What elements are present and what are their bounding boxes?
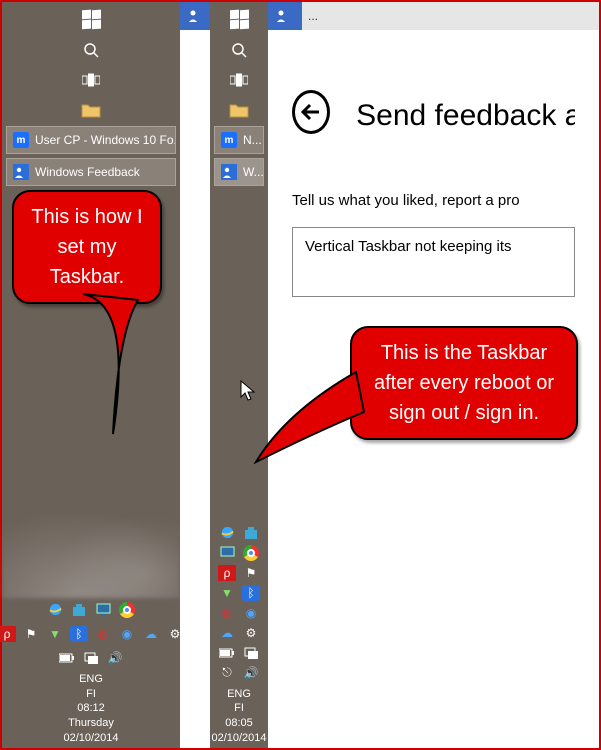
taskbar-task-maxthon[interactable]: m N... <box>214 126 264 154</box>
shield-icon[interactable]: ▼ <box>218 585 236 601</box>
titlebar-people[interactable] <box>268 2 302 30</box>
globe-icon[interactable]: ◉ <box>118 626 136 642</box>
maxthon-icon: m <box>13 132 29 148</box>
feedback-body: Send feedback abo Tell us what you liked… <box>268 30 599 297</box>
explorer-icon[interactable] <box>229 100 249 120</box>
feedback-textarea[interactable]: Vertical Taskbar not keeping its <box>292 227 575 297</box>
feedback-icon <box>13 164 29 180</box>
taskbar-task-maxthon[interactable]: m User CP - Windows 10 Fo... <box>6 126 176 154</box>
callout-text: This is the Taskbar after every reboot o… <box>374 342 554 424</box>
taskbar-pinned-area <box>2 2 180 120</box>
tray-app-icon[interactable]: ρ <box>218 565 236 581</box>
headset-icon[interactable]: ⎋ <box>218 665 236 681</box>
taskbar-clock[interactable]: ENG FI 08:05 02/10/2014 <box>211 685 266 748</box>
shield-icon[interactable]: ▼ <box>46 626 64 642</box>
store-icon[interactable] <box>242 525 260 541</box>
antivirus-icon[interactable]: ◍ <box>94 626 112 642</box>
clock-region: FI <box>211 701 266 716</box>
feedback-heading: Send feedback abo <box>356 99 575 133</box>
ie-icon[interactable] <box>46 602 64 618</box>
people-icon <box>186 7 204 25</box>
monitor-icon[interactable] <box>94 602 112 618</box>
task-view-icon[interactable] <box>81 70 101 90</box>
volume-icon[interactable]: 🔊 <box>242 665 260 681</box>
clock-time: 08:12 <box>63 701 118 716</box>
clock-time: 08:05 <box>211 716 266 731</box>
search-icon[interactable] <box>229 40 249 60</box>
bluetooth-icon[interactable]: ᛒ <box>242 585 260 601</box>
clock-lang: ENG <box>63 672 118 687</box>
titlebar-people[interactable] <box>180 2 210 30</box>
task-label: Windows Feedback <box>35 165 140 179</box>
battery-icon[interactable] <box>218 645 236 661</box>
clock-date: 02/10/2014 <box>63 731 118 746</box>
battery-icon[interactable] <box>58 650 76 666</box>
task-label: W... <box>243 165 264 179</box>
chrome-icon[interactable] <box>242 545 260 561</box>
store-icon[interactable] <box>70 602 88 618</box>
bluetooth-icon[interactable]: ᛒ <box>70 626 88 642</box>
task-view-icon[interactable] <box>229 70 249 90</box>
maxthon-icon: m <box>221 132 237 148</box>
chrome-icon[interactable] <box>118 602 136 618</box>
window-title: ... <box>308 9 318 23</box>
monitor-icon[interactable] <box>218 545 236 561</box>
callout-tail-right <box>256 372 376 492</box>
search-icon[interactable] <box>81 40 101 60</box>
mouse-cursor-icon <box>240 380 256 402</box>
task-label: User CP - Windows 10 Fo... <box>35 133 176 147</box>
feedback-subtext: Tell us what you liked, report a pro <box>292 192 575 209</box>
annotation-callout-left: This is how I set my Taskbar. <box>12 190 162 304</box>
annotation-callout-right: This is the Taskbar after every reboot o… <box>350 326 578 440</box>
taskbar-clock[interactable]: ENG FI 08:12 Thursday 02/10/2014 <box>63 670 118 748</box>
clock-region: FI <box>63 687 118 702</box>
callout-tail-left <box>78 294 158 444</box>
start-button[interactable] <box>80 8 102 30</box>
back-button[interactable] <box>292 90 330 134</box>
feedback-text-value: Vertical Taskbar not keeping its <box>305 238 512 255</box>
antivirus-icon[interactable]: ◍ <box>218 605 236 621</box>
flag-icon[interactable]: ⚑ <box>242 565 260 581</box>
globe-icon[interactable]: ◉ <box>242 605 260 621</box>
clock-day: Thursday <box>63 716 118 731</box>
task-label: N... <box>243 133 262 147</box>
taskbar-task-windows-feedback[interactable]: Windows Feedback <box>6 158 176 186</box>
clock-lang: ENG <box>211 687 266 702</box>
taskbar-pinned-area <box>210 2 268 120</box>
taskbar-task-windows-feedback[interactable]: W... <box>214 158 264 186</box>
network-status-icon[interactable] <box>82 650 100 666</box>
ie-icon[interactable] <box>218 525 236 541</box>
explorer-icon[interactable] <box>81 100 101 120</box>
cloud-icon[interactable]: ☁ <box>218 625 236 641</box>
start-button[interactable] <box>228 8 250 30</box>
network-status-icon[interactable] <box>242 645 260 661</box>
cloud-icon[interactable]: ☁ <box>142 626 160 642</box>
system-tray: ρ ⚑ ▼ ᛒ ◍ ◉ ☁ ⚙ 🔊 ENG FI 08:12 Thursday … <box>2 598 180 748</box>
people-icon <box>274 7 292 25</box>
tray-app-icon[interactable]: ρ <box>0 626 16 642</box>
feedback-icon <box>221 164 237 180</box>
clock-date: 02/10/2014 <box>211 731 266 746</box>
volume-icon[interactable]: 🔊 <box>106 650 124 666</box>
system-tray: ρ ⚑ ▼ ᛒ ◍ ◉ ☁ ⚙ ⎋ 🔊 ENG FI 08:05 02/10/2… <box>210 521 268 748</box>
network-icon[interactable]: ⚙ <box>242 625 260 641</box>
window-sliver-left <box>180 2 210 748</box>
flag-icon[interactable]: ⚑ <box>22 626 40 642</box>
callout-text: This is how I set my Taskbar. <box>31 206 142 288</box>
window-titlebar[interactable]: ... <box>302 2 599 30</box>
